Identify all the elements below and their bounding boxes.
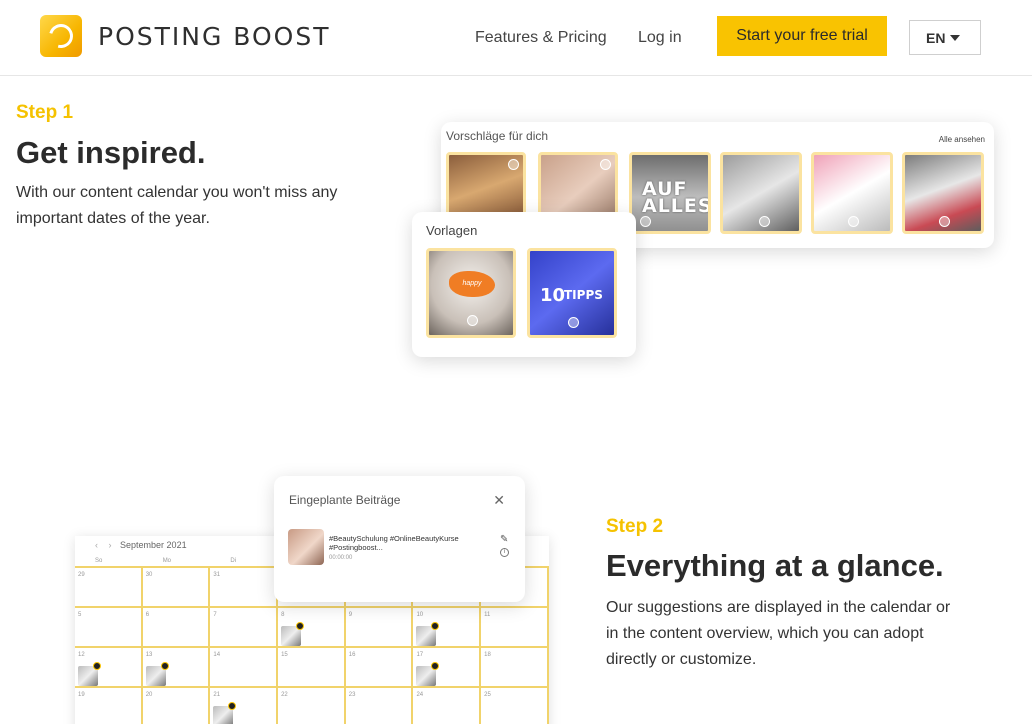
- chevron-left-icon[interactable]: ‹: [95, 540, 98, 550]
- calendar-day[interactable]: 11: [481, 608, 549, 646]
- post-indicator-icon: [431, 662, 440, 670]
- instagram-icon: [568, 317, 579, 328]
- post-caption: #BeautySchulung #OnlineBeautyKurse #Post…: [329, 534, 459, 552]
- post-time: 00:00:00: [329, 555, 353, 561]
- site-header: POSTING BOOST Features & Pricing Log in …: [0, 0, 1032, 76]
- calendar-day[interactable]: 6: [143, 608, 211, 646]
- caret-down-icon: [950, 35, 960, 41]
- calendar-day[interactable]: 18: [481, 648, 549, 686]
- post-indicator-icon: [431, 622, 440, 630]
- calendar-day[interactable]: 19: [75, 688, 143, 724]
- step1-label: Step 1: [16, 102, 74, 123]
- calendar-day[interactable]: 7: [210, 608, 279, 646]
- day-of-week: Mo: [162, 558, 172, 564]
- thumbnail-overlay-text: AUF ALLES: [642, 178, 711, 217]
- calendar-day[interactable]: 14: [210, 648, 279, 686]
- see-all-link[interactable]: Alle ansehen: [939, 135, 985, 144]
- step2-label: Step 2: [606, 516, 664, 537]
- calendar-week: 19 20 21 22 23 24 25: [75, 688, 549, 724]
- calendar-day[interactable]: 21: [210, 688, 279, 724]
- calendar-month-label: September 2021: [120, 540, 187, 550]
- suggestion-thumbnail[interactable]: AUF ALLES: [629, 152, 711, 234]
- language-value: EN: [926, 29, 946, 46]
- suggestion-thumbnail[interactable]: [811, 152, 893, 234]
- suggestion-thumbnail[interactable]: [902, 152, 984, 234]
- instagram-icon: [848, 216, 859, 227]
- post-indicator-icon: [228, 702, 237, 710]
- template-text: TIPPS: [564, 288, 603, 302]
- calendar-month: ‹ › September 2021: [95, 540, 187, 550]
- day-of-week: So: [95, 558, 103, 564]
- post-thumbnail[interactable]: [288, 529, 324, 565]
- calendar-day[interactable]: 17: [413, 648, 482, 686]
- chevron-right-icon[interactable]: ›: [109, 540, 112, 550]
- calendar-day[interactable]: 24: [413, 688, 482, 724]
- template-number: 10: [540, 285, 566, 306]
- nav-features-pricing[interactable]: Features & Pricing: [475, 29, 607, 47]
- logo-icon[interactable]: [40, 15, 82, 57]
- instagram-icon: [640, 216, 651, 227]
- logo-text[interactable]: POSTING BOOST: [98, 22, 331, 51]
- instagram-icon: [600, 159, 611, 170]
- post-indicator-icon: [296, 622, 305, 630]
- calendar-day[interactable]: 22: [278, 688, 346, 724]
- instagram-icon: [939, 216, 950, 227]
- info-icon[interactable]: i: [500, 548, 509, 557]
- nav-login[interactable]: Log in: [638, 29, 682, 47]
- scheduled-posts-popup: Eingeplante Beiträge ✕ #BeautySchulung #…: [274, 476, 525, 602]
- calendar-day[interactable]: 10: [413, 608, 482, 646]
- suggestion-thumbnail[interactable]: [720, 152, 802, 234]
- calendar-day[interactable]: 13: [143, 648, 211, 686]
- edit-icon[interactable]: ✎: [500, 534, 508, 545]
- step2-description: Our suggestions are displayed in the cal…: [606, 599, 951, 668]
- close-icon[interactable]: ✕: [493, 492, 505, 509]
- popup-title: Eingeplante Beiträge: [289, 493, 401, 507]
- templates-title: Vorlagen: [426, 223, 478, 238]
- calendar-day[interactable]: 31: [210, 568, 279, 606]
- calendar-day[interactable]: 29: [75, 568, 143, 606]
- template-thumbnail[interactable]: happy: [426, 248, 516, 338]
- suggestions-title: Vorschläge für dich: [446, 129, 549, 143]
- step1-title: Get inspired.: [16, 135, 206, 170]
- language-select[interactable]: EN: [909, 20, 981, 55]
- calendar-day[interactable]: 20: [143, 688, 211, 724]
- calendar-day[interactable]: 9: [346, 608, 414, 646]
- calendar-day[interactable]: 12: [75, 648, 143, 686]
- calendar-day[interactable]: 15: [278, 648, 346, 686]
- template-thumbnail[interactable]: 10 TIPPS: [527, 248, 617, 338]
- step2-title: Everything at a glance.: [606, 548, 944, 583]
- calendar-day[interactable]: 8: [278, 608, 346, 646]
- calendar-day[interactable]: 25: [481, 688, 549, 724]
- instagram-icon: [759, 216, 770, 227]
- instagram-icon: [467, 315, 478, 326]
- day-of-week: Di: [230, 558, 237, 564]
- start-trial-button[interactable]: Start your free trial: [717, 16, 887, 56]
- calendar-week: 5 6 7 8 9 10 11: [75, 608, 549, 648]
- calendar-week: 12 13 14 15 16 17 18: [75, 648, 549, 688]
- post-indicator-icon: [160, 662, 169, 670]
- calendar-day[interactable]: 30: [143, 568, 211, 606]
- calendar-day[interactable]: 16: [346, 648, 414, 686]
- templates-card: Vorlagen happy 10 TIPPS: [412, 212, 636, 357]
- post-indicator-icon: [93, 662, 101, 670]
- calendar-day[interactable]: 5: [75, 608, 143, 646]
- calendar-day[interactable]: 23: [346, 688, 414, 724]
- template-splash: happy: [449, 271, 495, 297]
- step1-description: With our content calendar you won't miss…: [16, 184, 338, 227]
- instagram-icon: [508, 159, 519, 170]
